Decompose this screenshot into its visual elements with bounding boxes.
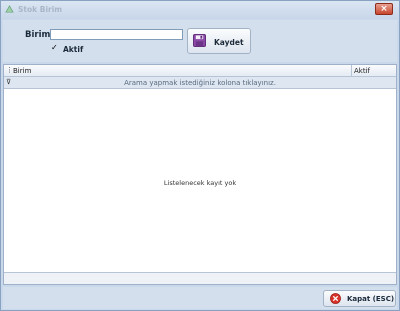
records-grid[interactable]: ⋮ Birim Aktif ⊽ Arama yapmak istediğiniz… (3, 64, 397, 285)
column-header-birim[interactable]: Birim (13, 67, 31, 75)
window-title: Stok Birim (18, 5, 63, 14)
grid-footer (4, 272, 396, 284)
bottom-bar: Kapat (ESC) (3, 287, 397, 309)
floppy-disk-icon (193, 34, 206, 47)
aktif-checkbox[interactable]: ✓ (51, 44, 60, 53)
close-button[interactable]: Kapat (ESC) (323, 290, 396, 307)
column-chooser-icon[interactable]: ⋮ (6, 66, 13, 74)
empty-message: Listelenecek kayıt yok (163, 179, 237, 187)
window-close-button[interactable]: × (375, 3, 393, 15)
birim-label: Birim (25, 30, 51, 40)
aktif-label: Aktif (63, 45, 84, 54)
close-button-label: Kapat (ESC) (347, 295, 395, 303)
app-icon (5, 5, 14, 13)
stok-birim-window: Stok Birim × Birim ✓ Aktif Kaydet ⋮ Biri… (0, 0, 400, 311)
save-button-label: Kaydet (214, 38, 244, 47)
form-panel: Birim ✓ Aktif Kaydet (3, 20, 397, 62)
grid-header: ⋮ Birim Aktif (4, 65, 396, 77)
column-header-aktif[interactable]: Aktif (354, 67, 370, 75)
filter-hint: Arama yapmak istediğiniz kolona tıklayın… (124, 79, 276, 87)
red-x-circle-icon (330, 293, 341, 304)
column-divider (351, 65, 352, 77)
birim-input[interactable] (50, 29, 183, 40)
title-bar[interactable]: Stok Birim × (1, 1, 399, 19)
filter-row[interactable]: ⊽ Arama yapmak istediğiniz kolona tıklay… (4, 77, 396, 89)
save-button[interactable]: Kaydet (187, 28, 251, 54)
